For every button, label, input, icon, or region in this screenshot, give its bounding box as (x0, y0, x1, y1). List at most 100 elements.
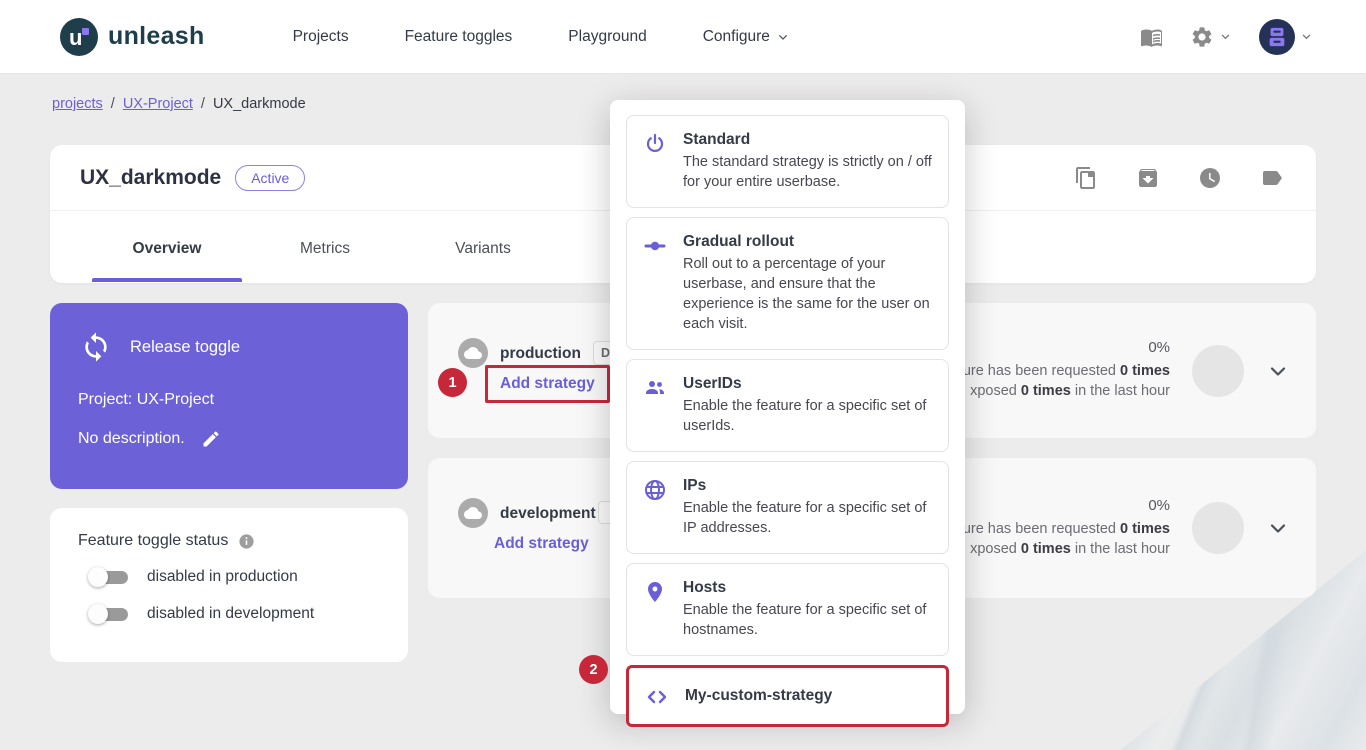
location-pin-icon (643, 579, 669, 640)
cloud-environment-icon (458, 338, 488, 368)
chevron-down-icon (1266, 516, 1290, 540)
strategy-title: Gradual rollout (683, 233, 932, 251)
production-toggle-switch[interactable] (88, 567, 129, 587)
strategy-title: My-custom-strategy (685, 687, 832, 705)
stats-line-1: ure has been requested 0 times (963, 362, 1170, 382)
page-title: UX_darkmode (80, 166, 221, 190)
power-icon (643, 131, 669, 192)
strategy-description: The standard strategy is strictly on / o… (683, 152, 932, 192)
toggle-row-development: disabled in development (50, 587, 408, 624)
add-strategy-popover: Standard The standard strategy is strict… (610, 100, 965, 714)
tab-overview[interactable]: Overview (88, 240, 246, 282)
environment-name: production (500, 345, 581, 363)
settings-menu-button[interactable] (1190, 25, 1233, 49)
info-icon[interactable] (238, 533, 255, 550)
status-card-title: Feature toggle status (78, 532, 228, 550)
strategy-title: Standard (683, 131, 932, 149)
code-icon (645, 684, 671, 709)
unleash-logo-icon: u (60, 18, 98, 56)
exposure-percent: 0% (963, 497, 1170, 514)
nav-playground[interactable]: Playground (568, 28, 646, 46)
chevron-down-icon (1299, 29, 1314, 44)
strategy-title: Hosts (683, 579, 932, 597)
sync-icon (80, 331, 112, 363)
strategy-description: Enable the feature for a specific set of… (683, 498, 932, 538)
edit-pencil-icon[interactable] (201, 429, 221, 449)
environment-name: development (500, 505, 596, 523)
breadcrumb-separator: / (201, 96, 205, 112)
chevron-down-icon (775, 29, 791, 45)
strategy-option-hosts[interactable]: Hosts Enable the feature for a specific … (626, 563, 949, 656)
annotation-box-1: Add strategy (485, 365, 610, 403)
exposure-donut (1192, 502, 1244, 554)
archive-feature-button[interactable] (1134, 164, 1162, 192)
status-badge: Active (235, 165, 305, 191)
add-strategy-button-production[interactable]: Add strategy (500, 375, 595, 392)
copy-feature-button[interactable] (1072, 164, 1100, 192)
archive-icon (1136, 166, 1160, 190)
feature-status-card: Feature toggle status disabled in produc… (50, 508, 408, 662)
stats-line-2: xposed 0 times in the last hour (963, 540, 1170, 560)
environment-stats-development: 0% ure has been requested 0 times xposed… (963, 458, 1290, 598)
breadcrumb-ux-project[interactable]: UX-Project (123, 96, 193, 112)
nav-projects[interactable]: Projects (293, 28, 349, 46)
environment-stats-production: 0% ure has been requested 0 times xposed… (963, 303, 1290, 438)
chevron-down-icon (1266, 359, 1290, 383)
top-navigation-bar: u unleash Projects Feature toggles Playg… (0, 0, 1366, 74)
brand-name: unleash (108, 22, 205, 51)
cloud-environment-icon (458, 498, 488, 528)
stats-line-2: xposed 0 times in the last hour (963, 382, 1170, 402)
settings-gear-icon (1190, 25, 1214, 49)
breadcrumb: projects / UX-Project / UX_darkmode (52, 96, 306, 112)
globe-icon (643, 477, 669, 538)
exposure-donut (1192, 345, 1244, 397)
tab-metrics[interactable]: Metrics (246, 240, 404, 282)
strategy-option-userids[interactable]: UserIDs Enable the feature for a specifi… (626, 359, 949, 452)
breadcrumb-current: UX_darkmode (213, 96, 306, 112)
strategy-description: Roll out to a percentage of your userbas… (683, 254, 932, 334)
development-toggle-switch[interactable] (88, 604, 129, 624)
strategy-option-standard[interactable]: Standard The standard strategy is strict… (626, 115, 949, 208)
docs-book-icon (1140, 25, 1164, 49)
unleash-logo[interactable]: u unleash (60, 18, 205, 56)
tab-variants[interactable]: Variants (404, 240, 562, 282)
tag-button[interactable] (1258, 164, 1286, 192)
breadcrumb-separator: / (111, 96, 115, 112)
people-icon (643, 375, 669, 436)
strategy-title: UserIDs (683, 375, 932, 393)
toggle-label: disabled in production (147, 568, 298, 586)
nav-feature-toggles[interactable]: Feature toggles (405, 28, 513, 46)
strategy-option-my-custom-strategy[interactable]: My-custom-strategy (626, 665, 949, 727)
topbar-right (1140, 19, 1314, 55)
breadcrumb-projects[interactable]: projects (52, 96, 103, 112)
project-label: Project: UX-Project (50, 363, 408, 409)
nav-configure[interactable]: Configure (703, 28, 791, 46)
rollout-slider-icon (643, 233, 669, 334)
feature-info-card: Release toggle Project: UX-Project No de… (50, 303, 408, 489)
profile-menu-button[interactable] (1259, 19, 1314, 55)
strategy-option-gradual-rollout[interactable]: Gradual rollout Roll out to a percentage… (626, 217, 949, 350)
chevron-down-icon (1218, 29, 1233, 44)
toggle-type-label: Release toggle (130, 338, 240, 357)
description-text: No description. (78, 430, 185, 448)
unleash-app: u unleash Projects Feature toggles Playg… (0, 0, 1366, 750)
stats-line-1: ure has been requested 0 times (963, 520, 1170, 540)
history-clock-icon (1198, 166, 1222, 190)
strategy-title: IPs (683, 477, 932, 495)
exposure-percent: 0% (963, 339, 1170, 356)
expand-environment-button[interactable] (1266, 516, 1290, 540)
history-button[interactable] (1196, 164, 1224, 192)
robot-avatar-icon (1266, 26, 1288, 48)
main-nav: Projects Feature toggles Playground Conf… (293, 28, 791, 46)
expand-environment-button[interactable] (1266, 359, 1290, 383)
feature-actions (1072, 164, 1286, 192)
user-avatar (1259, 19, 1295, 55)
annotation-step-badge-2: 2 (579, 655, 608, 684)
strategy-description: Enable the feature for a specific set of… (683, 396, 932, 436)
toggle-row-production: disabled in production (50, 550, 408, 587)
documentation-button[interactable] (1140, 25, 1164, 49)
strategy-option-ips[interactable]: IPs Enable the feature for a specific se… (626, 461, 949, 554)
add-strategy-button-development[interactable]: Add strategy (494, 535, 589, 553)
strategy-description: Enable the feature for a specific set of… (683, 600, 932, 640)
annotation-step-badge-1: 1 (438, 368, 467, 397)
